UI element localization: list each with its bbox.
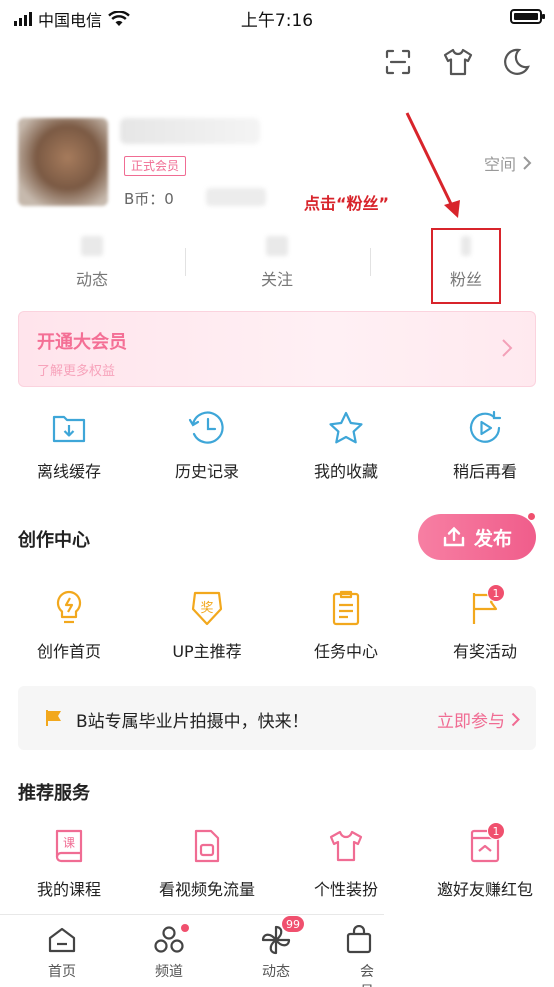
tab-dynamics[interactable]: 99 动态 (241, 915, 311, 981)
pinwheel-icon: 99 (241, 915, 311, 957)
service-label: 看视频免流量 (158, 880, 255, 899)
services-title: 推荐服务 (18, 783, 90, 804)
service-invite-friends[interactable]: 1 邀好友赚红包 (416, 822, 554, 900)
service-label: 邀好友赚红包 (436, 880, 533, 899)
stat-following[interactable]: 关注 (217, 236, 337, 290)
tab-label: 首页 (48, 964, 76, 980)
tab-home[interactable]: 首页 (27, 923, 97, 981)
avatar[interactable] (18, 118, 108, 206)
vip-title: 开通大会员 (37, 332, 127, 353)
task-clipboard-icon (326, 588, 366, 628)
red-packet-icon: 1 (465, 822, 505, 866)
username-blurred[interactable] (120, 118, 260, 144)
svg-text:奖: 奖 (200, 601, 213, 616)
space-link-label: 空间 (483, 155, 516, 174)
quick-label: 稍后再看 (452, 462, 517, 481)
quick-watch-later[interactable]: 稍后再看 (416, 408, 554, 482)
night-mode-icon[interactable] (498, 44, 534, 80)
member-badge: 正式会员 (124, 156, 187, 176)
service-free-data[interactable]: 看视频免流量 (138, 826, 276, 900)
vip-subtitle: 了解更多权益 (37, 364, 116, 379)
quick-label: 我的收藏 (313, 462, 378, 481)
creation-reward-activity[interactable]: 1 有奖活动 (416, 584, 554, 662)
annotation-arrow-icon (405, 112, 460, 218)
channel-icon (134, 923, 204, 957)
svg-text:课: 课 (63, 836, 75, 850)
bottom-tab-bar: 首页 频道 99 动态 会员 (0, 914, 384, 987)
stat-label: 关注 (260, 270, 293, 289)
coin-blurred (206, 188, 266, 206)
lightbulb-icon (49, 588, 89, 628)
space-link[interactable]: 空间 (484, 151, 532, 175)
creation-label: UP主推荐 (172, 642, 242, 661)
notification-badge: 1 (487, 822, 505, 840)
annotation-text: 点击“粉丝” (304, 194, 390, 213)
star-icon (326, 408, 366, 448)
chevron-right-icon (511, 712, 520, 727)
service-my-course[interactable]: 课 我的课程 (0, 826, 138, 900)
creation-label: 任务中心 (313, 642, 378, 661)
tshirt-icon (326, 826, 366, 866)
course-book-icon: 课 (49, 826, 89, 866)
watch-later-icon (465, 408, 505, 448)
quick-favorites[interactable]: 我的收藏 (277, 408, 415, 482)
tshirt-icon[interactable] (440, 44, 476, 80)
annotation-highlight-box (431, 228, 501, 304)
chevron-right-icon (523, 156, 532, 170)
tab-label: 动态 (262, 964, 290, 980)
notification-badge: 99 (281, 915, 305, 933)
join-now-label: 立即参与 (437, 712, 505, 732)
notification-dot (181, 924, 189, 932)
notification-badge: 1 (487, 584, 505, 602)
creation-task-center[interactable]: 任务中心 (277, 588, 415, 662)
scan-icon[interactable] (380, 44, 416, 80)
upload-icon (443, 526, 465, 547)
status-time: 上午7:16 (240, 11, 314, 31)
quick-label: 离线缓存 (36, 462, 101, 481)
activity-notice[interactable]: B站专属毕业片拍摄中，快来！ 立即参与 (18, 686, 536, 750)
service-label: 我的课程 (36, 880, 101, 899)
quick-history[interactable]: 历史记录 (138, 408, 276, 482)
service-dress-up[interactable]: 个性装扮 (277, 826, 415, 900)
award-badge-icon: 奖 (187, 588, 227, 628)
notice-text: B站专属毕业片拍摄中，快来！ (76, 712, 309, 732)
vip-banner[interactable]: 开通大会员 了解更多权益 (18, 311, 536, 387)
stat-dynamics[interactable]: 动态 (32, 236, 152, 290)
tab-vip[interactable]: 会员 (338, 923, 384, 987)
history-clock-icon (187, 408, 227, 448)
tab-channel[interactable]: 频道 (134, 923, 204, 981)
download-folder-icon (49, 408, 89, 448)
creation-label: 有奖活动 (452, 642, 517, 661)
home-icon (27, 923, 97, 957)
tab-label: 会员 (360, 964, 374, 987)
creation-center-title: 创作中心 (18, 530, 90, 551)
status-bar: 中国电信 上午7:16 (0, 0, 554, 34)
publish-label: 发布 (473, 527, 512, 550)
divider (185, 248, 186, 276)
creation-label: 创作首页 (36, 642, 101, 661)
flag-icon (46, 710, 61, 726)
quick-label: 历史记录 (174, 462, 239, 481)
join-now-link[interactable]: 立即参与 (437, 707, 520, 732)
vip-bag-icon (338, 923, 384, 957)
flag-icon: 1 (465, 584, 505, 628)
notification-dot (527, 512, 536, 521)
battery-icon (510, 9, 545, 24)
chevron-right-icon (502, 339, 513, 357)
quick-offline-cache[interactable]: 离线缓存 (0, 408, 138, 482)
service-label: 个性装扮 (313, 880, 378, 899)
sim-card-icon (187, 826, 227, 866)
stat-label: 动态 (75, 270, 108, 289)
divider (370, 248, 371, 276)
creation-home[interactable]: 创作首页 (0, 588, 138, 662)
tab-label: 频道 (155, 964, 183, 980)
bcoin-balance: B币：0 (124, 190, 174, 208)
creation-up-recommend[interactable]: 奖 UP主推荐 (138, 588, 276, 662)
publish-button[interactable]: 发布 (418, 512, 536, 560)
